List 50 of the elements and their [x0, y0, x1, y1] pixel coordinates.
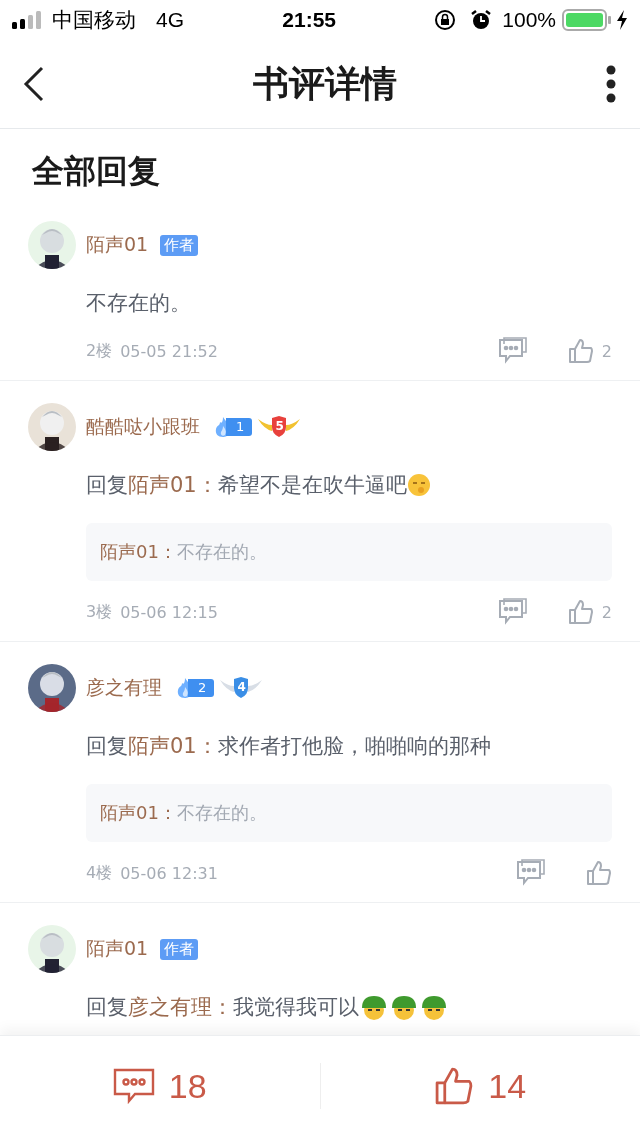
comment-text: 回复彦之有理：我觉得我可以 [86, 994, 359, 1021]
thumbs-up-icon [586, 860, 612, 886]
battery-percent: 100% [502, 8, 556, 32]
floor-number: 3楼 [86, 601, 113, 623]
likes-count-button[interactable]: 14 [320, 1036, 640, 1136]
post-time: 05-06 12:31 [120, 863, 218, 883]
post-time: 05-06 12:15 [120, 602, 218, 622]
comment-text: 回复陌声01：求作者打他脸，啪啪响的那种 [86, 733, 491, 760]
user-name[interactable]: 彦之有理 [86, 675, 162, 701]
floor-number: 2楼 [86, 340, 113, 362]
thumbs-up-icon [567, 338, 594, 364]
more-button[interactable] [604, 65, 618, 103]
helmet-emoji-icon [359, 994, 389, 1020]
battery-icon [562, 8, 612, 32]
shush-emoji-icon [406, 473, 431, 497]
carrier-name: 中国移动 [52, 7, 136, 33]
section-title: 全部回复 [31, 152, 161, 191]
medal-badge: 4 [220, 676, 263, 700]
user-name[interactable]: 陌声01 [86, 936, 149, 962]
charging-icon [616, 10, 628, 30]
network-type: 4G [156, 8, 184, 32]
helmet-emoji-icon [419, 994, 449, 1020]
back-button[interactable] [22, 66, 46, 102]
comment-icon [112, 1068, 155, 1104]
floor-number: 4楼 [86, 862, 113, 884]
reply-button[interactable] [497, 336, 528, 366]
helmet-emoji-icon [389, 994, 419, 1020]
user-name[interactable]: 酷酷哒小跟班 [86, 414, 200, 440]
like-button[interactable] [586, 860, 612, 886]
page-title: 书评详情 [253, 62, 397, 106]
medal-badge: 5 [258, 415, 301, 439]
comment-text: 回复陌声01：希望不是在吹牛逼吧 [86, 472, 407, 499]
author-badge: 作者 [160, 234, 199, 256]
thumbs-up-icon [567, 599, 594, 625]
thumbs-up-icon [434, 1066, 475, 1106]
quoted-text: 陌声01：不存在的。 [100, 801, 267, 825]
rotation-lock-icon [434, 9, 457, 31]
clock-time: 21:55 [282, 8, 336, 32]
comments-count-button[interactable]: 18 [0, 1036, 320, 1136]
comment-icon [497, 336, 528, 366]
quoted-text: 陌声01：不存在的。 [100, 540, 267, 564]
comment-icon [516, 858, 546, 888]
post-time: 05-05 21:52 [120, 341, 218, 361]
author-badge: 作者 [160, 938, 199, 960]
alarm-icon [470, 9, 493, 31]
comment-icon [497, 597, 528, 627]
comment-text: 不存在的。 [86, 290, 191, 317]
reply-button[interactable] [497, 597, 528, 627]
reply-button[interactable] [516, 858, 546, 888]
user-name[interactable]: 陌声01 [86, 232, 149, 258]
